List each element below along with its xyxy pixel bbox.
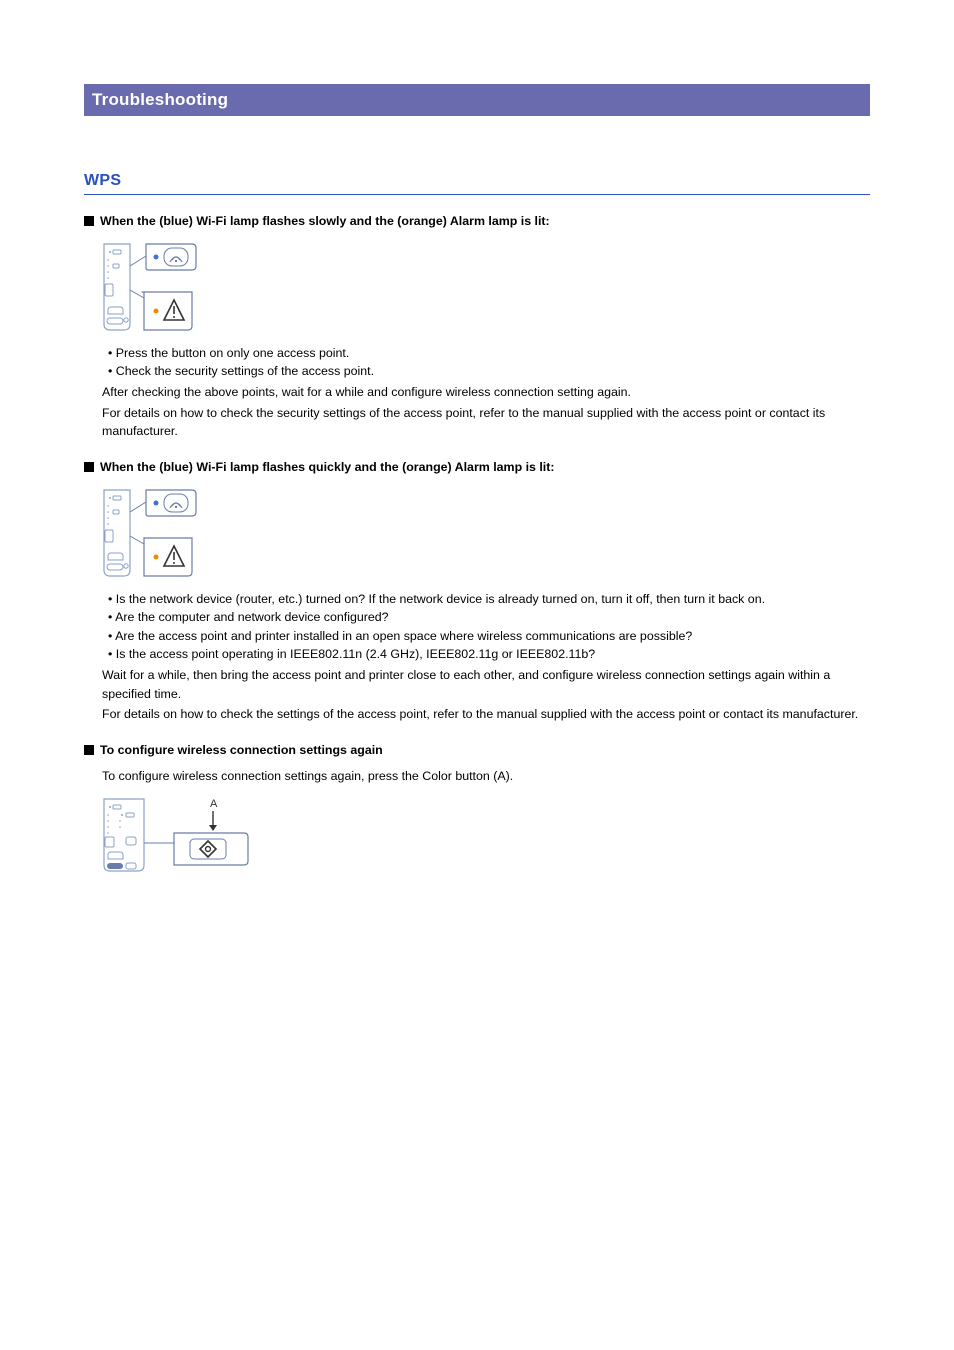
bullet-square-icon	[84, 745, 94, 755]
wifi-icon	[164, 248, 188, 266]
list-item: Check the security settings of the acces…	[106, 362, 870, 381]
color-start-icon	[200, 841, 216, 857]
printer-outline-icon	[104, 799, 144, 871]
printer-lamp-diagram-1	[102, 240, 870, 334]
list-item: Press the button on only one access poin…	[106, 344, 870, 363]
banner: Troubleshooting	[84, 84, 870, 116]
subsection-2-heading: When the (blue) Wi-Fi lamp flashes quick…	[100, 459, 555, 476]
alarm-icon	[164, 300, 184, 320]
subsection-3-body: To configure wireless connection setting…	[102, 767, 870, 874]
color-button-callout	[144, 833, 248, 865]
subsection-3-heading: To configure wireless connection setting…	[100, 742, 383, 759]
subsection-2-body: Is the network device (router, etc.) tur…	[102, 486, 870, 724]
color-button-diagram: A	[102, 795, 870, 873]
alarm-icon	[164, 546, 184, 566]
subsection-1-body: Press the button on only one access poin…	[102, 240, 870, 441]
paragraph: To configure wireless connection setting…	[102, 767, 870, 786]
printer-outline-icon	[104, 490, 130, 576]
alarm-lamp-callout	[130, 290, 192, 330]
subsection-3-heading-row: To configure wireless connection setting…	[84, 742, 870, 759]
subsection-1-heading: When the (blue) Wi-Fi lamp flashes slowl…	[100, 213, 550, 230]
list-item: Is the access point operating in IEEE802…	[106, 645, 870, 664]
paragraph: After checking the above points, wait fo…	[102, 383, 870, 402]
paragraph: Wait for a while, then bring the access …	[102, 666, 870, 703]
subsection-1-heading-row: When the (blue) Wi-Fi lamp flashes slowl…	[84, 213, 870, 230]
banner-title: Troubleshooting	[92, 90, 228, 109]
wifi-lamp-callout	[130, 244, 196, 270]
bullet-square-icon	[84, 216, 94, 226]
list-item: Is the network device (router, etc.) tur…	[106, 590, 870, 609]
section-title: WPS	[84, 172, 870, 195]
printer-outline-icon	[104, 244, 130, 330]
list-item: Are the access point and printer install…	[106, 627, 870, 646]
paragraph: For details on how to check the security…	[102, 404, 870, 441]
paragraph: For details on how to check the settings…	[102, 705, 870, 724]
label-a: A	[210, 798, 218, 810]
subsection-2-list: Is the network device (router, etc.) tur…	[102, 590, 870, 664]
subsection-2-heading-row: When the (blue) Wi-Fi lamp flashes quick…	[84, 459, 870, 476]
subsection-1-list: Press the button on only one access poin…	[102, 344, 870, 381]
alarm-lamp-callout	[130, 536, 192, 576]
wifi-icon	[164, 494, 188, 512]
list-item: Are the computer and network device conf…	[106, 608, 870, 627]
printer-lamp-diagram-2	[102, 486, 870, 580]
wifi-lamp-callout	[130, 490, 196, 516]
bullet-square-icon	[84, 462, 94, 472]
